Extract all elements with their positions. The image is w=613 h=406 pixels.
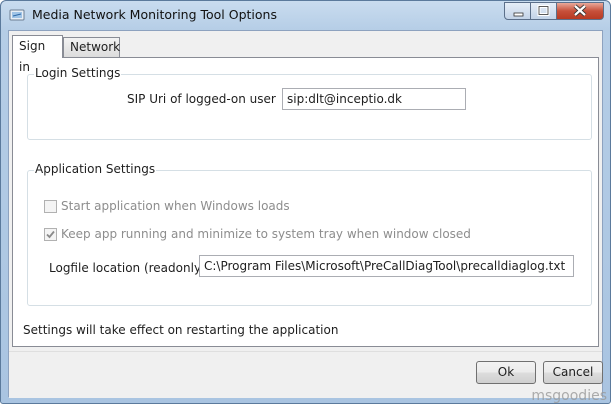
application-settings-group: Application Settings Start application w…: [27, 162, 592, 306]
network-app-icon: [9, 7, 25, 23]
keep-running-label: Keep app running and minimize to system …: [61, 227, 471, 241]
logfile-location-label: Logfile location (readonly): [49, 261, 206, 275]
application-settings-title: Application Settings: [34, 162, 157, 176]
start-with-windows-checkbox[interactable]: [44, 200, 57, 213]
ok-button[interactable]: Ok: [476, 361, 536, 384]
title-bar[interactable]: Media Network Monitoring Tool Options: [1, 1, 610, 29]
minimize-icon: [513, 12, 524, 17]
tab-network[interactable]: Network: [63, 37, 120, 57]
window-title: Media Network Monitoring Tool Options: [32, 7, 277, 22]
logfile-location-field[interactable]: C:\Program Files\Microsoft\PreCallDiagTo…: [199, 255, 574, 277]
login-settings-title: Login Settings: [34, 66, 122, 80]
restart-note: Settings will take effect on restarting …: [23, 323, 339, 337]
options-window: Media Network Monitoring Tool Options Si…: [0, 0, 611, 404]
sip-uri-label: SIP Uri of logged-on user: [127, 92, 276, 106]
login-settings-group: Login Settings SIP Uri of logged-on user…: [27, 66, 592, 140]
start-with-windows-label: Start application when Windows loads: [61, 199, 290, 213]
checkmark-icon: [46, 230, 55, 239]
cancel-button[interactable]: Cancel: [543, 361, 603, 384]
tab-panel-sign-in: Login Settings SIP Uri of logged-on user…: [12, 57, 599, 347]
maximize-button[interactable]: [531, 2, 557, 20]
close-icon: [573, 4, 587, 17]
tab-sign-in[interactable]: Sign in: [12, 35, 63, 74]
minimize-button[interactable]: [504, 2, 531, 20]
sip-uri-field[interactable]: sip:dlt@inceptio.dk: [282, 88, 466, 110]
maximize-icon: [537, 5, 550, 16]
dialog-client-area: Sign in Network Login Settings SIP Uri o…: [8, 30, 603, 398]
watermark-text: msgoodies: [531, 388, 607, 404]
dialog-footer: Ok Cancel: [9, 351, 603, 398]
close-button[interactable]: [557, 2, 604, 20]
keep-running-checkbox[interactable]: [44, 228, 57, 241]
